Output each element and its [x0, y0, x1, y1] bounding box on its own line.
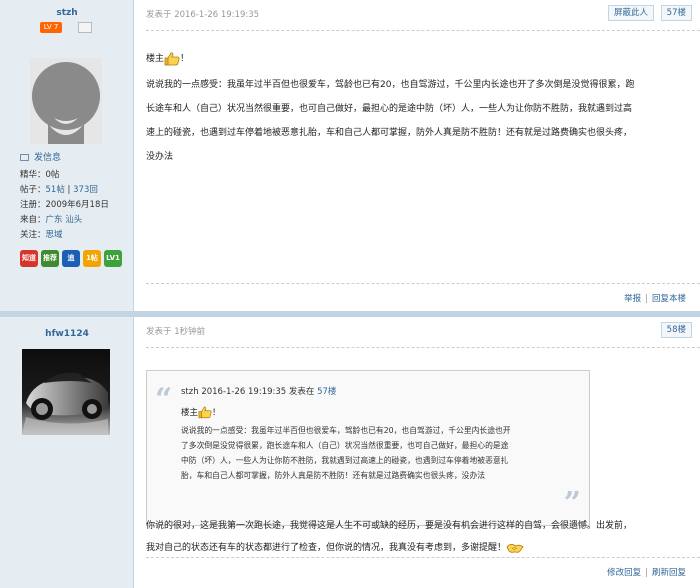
medal-badge[interactable]: 知道 [20, 250, 38, 267]
reg-value: 2009年6月18日 [45, 200, 109, 210]
send-message-link[interactable]: 发信息 [20, 150, 61, 163]
author-name[interactable]: stzh [0, 8, 134, 18]
greeting-line: 楼主 ！ [146, 51, 691, 66]
content-line: 我对自己的状态还有车的状态都进行了检查，但你说的情况，我真没有考虑到，多谢提醒！ [146, 537, 691, 559]
posts-separator: | [64, 185, 74, 195]
floor-number[interactable]: 57楼 [660, 5, 692, 21]
car-avatar-icon [22, 349, 110, 435]
content-line: 你说的很对，这是我第一次跑长途，我觉得这是人生不可或缺的经历，要是没有机会进行这… [146, 521, 633, 531]
default-avatar-icon [30, 58, 102, 144]
from-label: 来自： [20, 215, 46, 225]
content-line: 没办法 [146, 152, 174, 162]
medal-badge[interactable]: 推荐 [41, 250, 59, 267]
quote-line: 胎，车和自己人都可掌握，防外人真是防不胜防！还有就是过路费确实也很头疼，没办法 [181, 471, 486, 480]
quote-author: stzh [181, 387, 199, 397]
replies-count-link[interactable]: 373回 [73, 185, 98, 195]
post-actions: 修改回复 | 刷新回复 [607, 566, 686, 578]
medal-list: 知道 推荐追 1帖 LV1 [20, 250, 125, 267]
content-line-text: 我对自己的状态还有车的状态都进行了检查，但你说的情况，我真没有考虑到，多谢提醒！ [146, 543, 507, 553]
quote-content: 说说我的一点感受：我虽年过半百但也很爱车，驾龄也已有20，也自驾游过，千公里内长… [181, 423, 581, 483]
floor-number[interactable]: 58楼 [660, 322, 692, 338]
open-quote-icon: “ [155, 382, 173, 417]
medal-badge[interactable]: 追 [62, 250, 80, 267]
quote-time: 2016-1-26 19:19:35 发表在 [198, 387, 318, 397]
header-divider [146, 347, 700, 348]
follow-car-link[interactable]: 思域 [46, 230, 63, 240]
author-name[interactable]: hfw1124 [0, 329, 134, 339]
level-badge: LV 7 [40, 22, 62, 33]
quote-block: “ ” stzh 2016-1-26 19:19:35 发表在 57楼 楼主！ … [146, 370, 590, 526]
quote-floor-link[interactable]: 57楼 [317, 387, 336, 397]
follow-label: 关注： [20, 230, 46, 240]
posts-label: 帖子： [20, 185, 46, 195]
footer-divider [146, 557, 700, 558]
header-divider [146, 30, 700, 31]
quote-greeting-exclaim: ！ [212, 408, 221, 418]
reg-label: 注册： [20, 200, 46, 210]
mail-icon [20, 154, 29, 161]
actions-separator: | [645, 568, 648, 578]
post-time: 发表于 1秒钟前 [146, 327, 206, 337]
essence-value: 0帖 [45, 170, 60, 180]
author-panel: stzh LV 7 发信息 精华：0帖 帖子：51帖 | 373回 注册：200… [0, 0, 134, 311]
post-content: 说说我的一点感受：我虽年过半百但也很爱车，驾龄也已有20，也自驾游过，千公里内长… [146, 73, 691, 169]
quote-header: stzh 2016-1-26 19:19:35 发表在 57楼 [181, 385, 336, 397]
posts-count-link[interactable]: 51帖 [46, 185, 65, 195]
author-panel: hfw1124 [0, 317, 134, 588]
quote-greeting-text: 楼主 [181, 408, 199, 418]
send-message-label: 发信息 [34, 153, 62, 163]
refresh-reply-link[interactable]: 刷新回复 [652, 568, 686, 578]
content-line: 长途车和人（自己）状况当然很重要，也可自己做好，最担心的是途中防（坏）人，一些人… [146, 104, 633, 114]
from-province-link[interactable]: 广东 [46, 215, 63, 225]
handshake-icon [506, 543, 524, 553]
post-body: 发表于 2016-1-26 19:19:35 屏蔽此人 57楼 楼主 ！ 说说我的… [134, 0, 700, 311]
quote-line: 中防（坏）人，一些人为让你防不胜防，我就遇到过高速上的碰瓷，也遇到过车停着地被恶… [181, 456, 509, 465]
avatar[interactable] [22, 349, 110, 435]
medal-badge[interactable]: 1帖 [83, 250, 101, 267]
reply-link[interactable]: 回复本楼 [652, 294, 686, 304]
quote-greeting: 楼主 ！ [181, 406, 221, 419]
post-actions: 举报 | 回复本楼 [624, 292, 686, 304]
footer-divider [146, 283, 700, 284]
user-group-icon [78, 22, 92, 33]
greeting-text: 楼主 [146, 54, 165, 64]
edit-reply-link[interactable]: 修改回复 [607, 568, 641, 578]
user-stats: 精华：0帖 帖子：51帖 | 373回 注册：2009年6月18日 来自：广东 … [20, 168, 109, 243]
quote-line: 了多次倒是没觉得很累，跑长途车和人（自己）状况当然很重要，也可自己做好，最担心的… [181, 441, 509, 450]
quote-line: 说说我的一点感受：我虽年过半百但也很爱车，驾龄也已有20，也自驾游过，千公里内长… [181, 426, 511, 435]
greeting-exclaim: ！ [180, 54, 190, 64]
post-58: hfw1124 发表于 1秒钟前 58楼 “ ” stzh 2016-1-26 … [0, 317, 700, 588]
thumbs-up-icon [164, 51, 180, 65]
post-body: 发表于 1秒钟前 58楼 “ ” stzh 2016-1-26 19:19:35… [134, 317, 700, 588]
reply-content: 你说的很对，这是我第一次跑长途，我觉得这是人生不可或缺的经历，要是没有机会进行这… [146, 515, 691, 559]
thumbs-up-icon [198, 406, 212, 419]
report-link[interactable]: 举报 [624, 294, 641, 304]
actions-separator: | [645, 294, 648, 304]
from-city-link[interactable]: 汕头 [65, 215, 82, 225]
content-line: 速上的碰瓷，也遇到过车停着地被恶意扎胎，车和自己人都可掌握，防外人真是防不胜防！… [146, 128, 633, 138]
essence-label: 精华： [20, 170, 46, 180]
block-user-button[interactable]: 屏蔽此人 [607, 5, 654, 21]
medal-badge[interactable]: LV1 [104, 250, 122, 267]
avatar[interactable] [30, 58, 102, 144]
content-line: 说说我的一点感受：我虽年过半百但也很爱车，驾龄也已有20，也自驾游过，千公里内长… [146, 80, 635, 90]
post-time: 发表于 2016-1-26 19:19:35 [146, 10, 260, 20]
post-57: stzh LV 7 发信息 精华：0帖 帖子：51帖 | 373回 注册：200… [0, 0, 700, 311]
